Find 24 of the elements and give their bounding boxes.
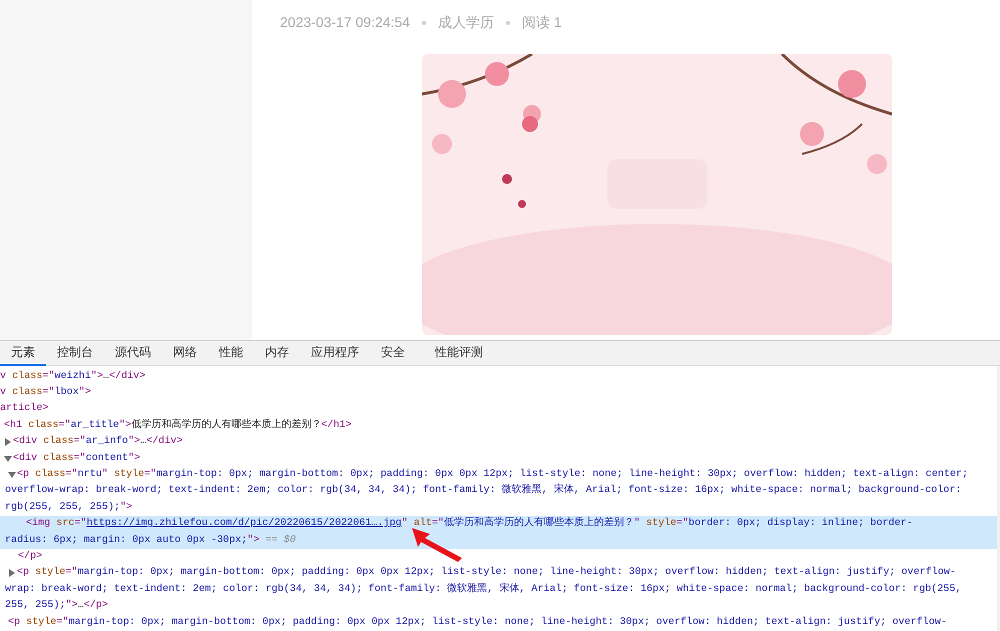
dom-node-line[interactable]: <h1 class="ar_title">低学历和高学历的人有哪些本质上的差别？</h1> [0, 418, 997, 434]
devtools-tab[interactable]: 内存 [254, 340, 300, 366]
dom-node-line[interactable]: <div class="content"> [0, 450, 997, 467]
devtools-tab[interactable]: 性能 [208, 340, 254, 366]
article-meta: 2023-03-17 09:24:54 [280, 13, 410, 32]
devtools-tab[interactable]: 源代码 [104, 340, 162, 366]
closing-tag: </p> [0, 548, 997, 566]
dom-node-line[interactable]: v class="lbox"> [0, 384, 997, 402]
devtools-tab[interactable]: 性能评测 [424, 340, 494, 366]
dom-node-line[interactable]: <div class="ar_info">…</div> [0, 434, 997, 451]
dom-node-line[interactable]: <p style="margin-top: 0px; margin-bottom: 0px; padding: 0px 0px 12px; list-style: none; line-height: 30px; overflow: hidden; text-align: justify; overflow- [0, 614, 997, 631]
devtools-tab[interactable]: 应用程序 [300, 340, 370, 366]
article-meta: 阅读 1 [522, 13, 562, 32]
devtools-tab[interactable]: 网络 [162, 340, 208, 366]
dom-node-line[interactable]: <p style="margin-top: 0px; margin-bottom: 0px; padding: 0px 0px 12px; list-style: none; line-height: 30px; overflow: hidden; text-align: justify; overflow- wrap: break-word; text-indent: 2em; color: rgb(34, 34, 34); font-family: 微软雅黑, 宋体, Arial; font-size: 16px; white-space: normal; background-color: rgb(255, 255, 255);">…</p> [0, 565, 997, 615]
devtools-tab[interactable]: 安全 [370, 340, 416, 366]
collapsed-triangle-icon[interactable] [4, 438, 12, 446]
dom-node-line[interactable]: <p class="nrtu" style="margin-top: 0px; margin-bottom: 0px; padding: 0px 0px 12px; list-style: none; line-height: 30px; overflow: hidden; text-align: center; overflow-wrap: break-word; text-indent: 2em; color: rgb(34, 34, 34); font-family: 微软雅黑, 宋体, Arial; font-size: 16px; white-space: normal; background-color: rgb(255, 255, 255);"> [0, 466, 997, 516]
devtools-tab[interactable]: 元素 [0, 340, 46, 366]
dom-node-line[interactable]: article> [0, 401, 997, 418]
arrow-annotation [410, 526, 464, 564]
devtools-tab[interactable]: 控制台 [46, 340, 104, 366]
collapsed-triangle-icon[interactable] [8, 569, 16, 578]
dom-node-line[interactable]: v class="weizhi">…</div> [0, 368, 997, 385]
